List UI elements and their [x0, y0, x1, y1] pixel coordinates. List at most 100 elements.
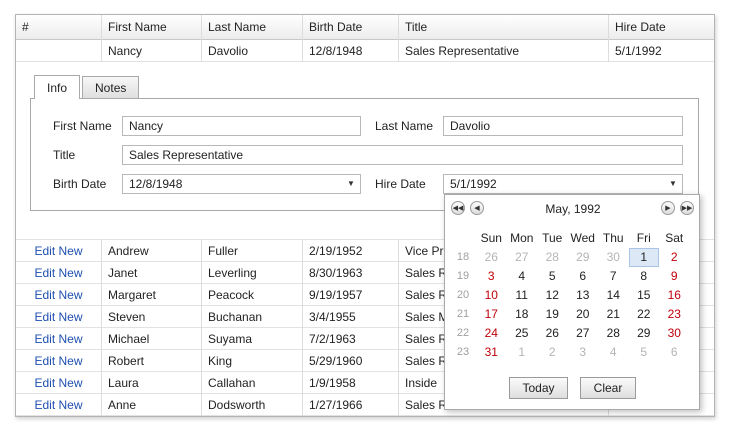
next-year-icon[interactable]: ▶▶	[680, 201, 694, 215]
tab-notes[interactable]: Notes	[82, 76, 140, 99]
title-cell: Sales Representative	[399, 39, 609, 62]
calendar-day[interactable]: 3	[568, 343, 599, 362]
column-header-birth-date[interactable]: Birth Date	[303, 15, 399, 40]
calendar-day[interactable]: 7	[598, 267, 629, 286]
calendar-day[interactable]: 16	[659, 286, 690, 305]
calendar-day[interactable]: 26	[476, 248, 507, 267]
calendar-day[interactable]: 20	[568, 305, 599, 324]
edit-new-link[interactable]: Edit New	[34, 332, 82, 346]
last-name-field[interactable]: Davolio	[443, 116, 683, 136]
edit-cell: Edit New	[16, 327, 102, 350]
calendar-day[interactable]: 17	[476, 305, 507, 324]
edit-new-link[interactable]: Edit New	[34, 266, 82, 280]
edit-cell: Edit New	[16, 239, 102, 262]
last-name-cell: Suyama	[202, 327, 303, 350]
next-month-icon[interactable]: ▶	[661, 201, 675, 215]
calendar-day[interactable]: 10	[476, 286, 507, 305]
calendar-day[interactable]: 6	[659, 343, 690, 362]
calendar-day[interactable]: 4	[598, 343, 629, 362]
edit-new-link[interactable]: Edit New	[34, 310, 82, 324]
title-field[interactable]: Sales Representative	[122, 145, 683, 165]
calendar-day[interactable]: 28	[598, 324, 629, 343]
edit-new-link[interactable]: Edit New	[34, 376, 82, 390]
first-name-label: First Name	[53, 119, 112, 133]
column-header-first-name[interactable]: First Name	[102, 15, 202, 40]
hire-date-value: 5/1/1992	[450, 177, 497, 191]
calendar-week: 21 17 18 19 20 21 22 23	[450, 305, 690, 324]
last-name-cell: Dodsworth	[202, 393, 303, 416]
calendar-day[interactable]: 30	[598, 248, 629, 267]
calendar-day[interactable]: 29	[629, 324, 660, 343]
clear-button[interactable]: Clear	[580, 377, 636, 399]
edit-cell: Edit New	[16, 283, 102, 306]
today-button[interactable]: Today	[509, 377, 568, 399]
week-number: 18	[456, 251, 470, 263]
calendar-day[interactable]: 2	[537, 343, 568, 362]
calendar-day-selected[interactable]: 1	[628, 248, 659, 267]
calendar-week: 19 3 4 5 6 7 8 9	[450, 267, 690, 286]
calendar-day[interactable]: 25	[507, 324, 538, 343]
calendar-day[interactable]: 5	[537, 267, 568, 286]
calendar-day[interactable]: 2	[659, 248, 690, 267]
calendar-day[interactable]: 3	[476, 267, 507, 286]
birth-date-picker[interactable]: 12/8/1948 ▼	[122, 174, 361, 194]
chevron-down-icon[interactable]: ▼	[345, 175, 357, 193]
weekday-label: Sat	[665, 231, 684, 245]
calendar-day[interactable]: 31	[476, 343, 507, 362]
column-header-hire-date[interactable]: Hire Date	[609, 15, 714, 40]
first-name-cell: Margaret	[102, 283, 202, 306]
edit-new-link[interactable]: Edit New	[34, 244, 82, 258]
calendar-day[interactable]: 28	[537, 248, 568, 267]
weekday-label: Thu	[602, 231, 624, 245]
last-name-cell: King	[202, 349, 303, 372]
edit-cell: Edit New	[16, 261, 102, 284]
prev-year-icon[interactable]: ◀◀	[451, 201, 465, 215]
first-name-cell: Andrew	[102, 239, 202, 262]
calendar-month-title[interactable]: May, 1992	[505, 201, 641, 217]
calendar-day[interactable]: 5	[629, 343, 660, 362]
calendar-day[interactable]: 4	[507, 267, 538, 286]
calendar-day[interactable]: 24	[476, 324, 507, 343]
edit-new-link[interactable]: Edit New	[34, 354, 82, 368]
calendar-day[interactable]: 18	[507, 305, 538, 324]
edit-new-link[interactable]: Edit New	[34, 398, 82, 412]
calendar-day[interactable]: 26	[537, 324, 568, 343]
calendar-day[interactable]: 30	[659, 324, 690, 343]
calendar-day[interactable]: 15	[629, 286, 660, 305]
edit-new-link[interactable]: Edit New	[34, 288, 82, 302]
calendar-day[interactable]: 27	[568, 324, 599, 343]
row-number-cell	[16, 39, 102, 62]
calendar-day[interactable]: 12	[537, 286, 568, 305]
prev-month-icon[interactable]: ◀	[470, 201, 484, 215]
birth-date-cell: 8/30/1963	[303, 261, 399, 284]
calendar-day[interactable]: 23	[659, 305, 690, 324]
calendar-day[interactable]: 19	[537, 305, 568, 324]
calendar-day[interactable]: 14	[598, 286, 629, 305]
chevron-down-icon[interactable]: ▼	[667, 175, 679, 193]
calendar-day[interactable]: 29	[568, 248, 599, 267]
hire-date-picker[interactable]: 5/1/1992 ▼	[443, 174, 683, 194]
tab-info[interactable]: Info	[34, 75, 81, 99]
calendar-day[interactable]: 8	[629, 267, 660, 286]
weekday-label: Sun	[480, 231, 502, 245]
calendar-day[interactable]: 11	[507, 286, 538, 305]
calendar-day[interactable]: 1	[507, 343, 538, 362]
calendar-week: 18 26 27 28 29 30 1 2	[450, 248, 690, 267]
calendar-day[interactable]: 21	[598, 305, 629, 324]
weekday-label: Fri	[636, 231, 651, 245]
column-header-last-name[interactable]: Last Name	[202, 15, 303, 40]
calendar-day[interactable]: 9	[659, 267, 690, 286]
calendar-day[interactable]: 22	[629, 305, 660, 324]
last-name-cell: Callahan	[202, 371, 303, 394]
calendar-day[interactable]: 13	[568, 286, 599, 305]
calendar-day[interactable]: 27	[507, 248, 538, 267]
birth-date-cell: 5/29/1960	[303, 349, 399, 372]
first-name-field[interactable]: Nancy	[122, 116, 361, 136]
column-header-number[interactable]: #	[16, 15, 102, 40]
birth-date-cell: 1/27/1966	[303, 393, 399, 416]
column-header-title[interactable]: Title	[399, 15, 609, 40]
first-name-cell: Steven	[102, 305, 202, 328]
edit-cell: Edit New	[16, 371, 102, 394]
calendar-day[interactable]: 6	[568, 267, 599, 286]
table-row-expanded[interactable]: Nancy Davolio 12/8/1948 Sales Representa…	[16, 39, 714, 62]
